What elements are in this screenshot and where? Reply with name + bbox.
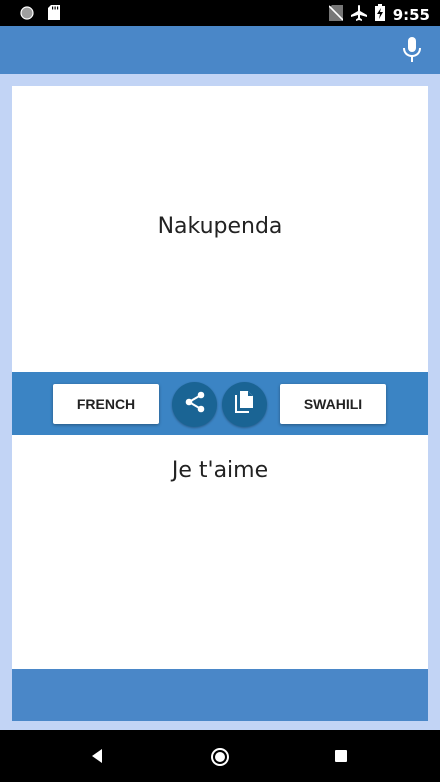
battery-charging-icon	[374, 4, 385, 26]
copy-icon	[234, 390, 256, 419]
french-language-button[interactable]: FRENCH	[53, 384, 159, 424]
status-time: 9:55	[392, 6, 430, 24]
bottom-banner	[12, 669, 428, 721]
recording-dot-icon	[20, 5, 34, 25]
back-icon[interactable]	[88, 746, 108, 766]
sd-card-icon	[48, 5, 60, 25]
copy-button[interactable]	[222, 382, 267, 427]
swahili-language-button[interactable]: SWAHILI	[280, 384, 386, 424]
microphone-icon[interactable]	[400, 37, 424, 63]
airplane-mode-icon	[350, 4, 367, 26]
status-bar: 9:55	[0, 0, 440, 26]
app-bar	[0, 26, 440, 74]
home-icon[interactable]	[209, 746, 229, 766]
share-icon	[183, 390, 207, 419]
navigation-bar	[0, 730, 440, 782]
target-text[interactable]: Je t'aime	[0, 458, 440, 483]
recents-icon[interactable]	[331, 746, 351, 766]
source-text[interactable]: Nakupenda	[0, 214, 440, 239]
share-button[interactable]	[172, 382, 217, 427]
language-toolbar: FRENCH SWAHILI	[12, 372, 428, 435]
no-sim-icon	[328, 4, 344, 26]
